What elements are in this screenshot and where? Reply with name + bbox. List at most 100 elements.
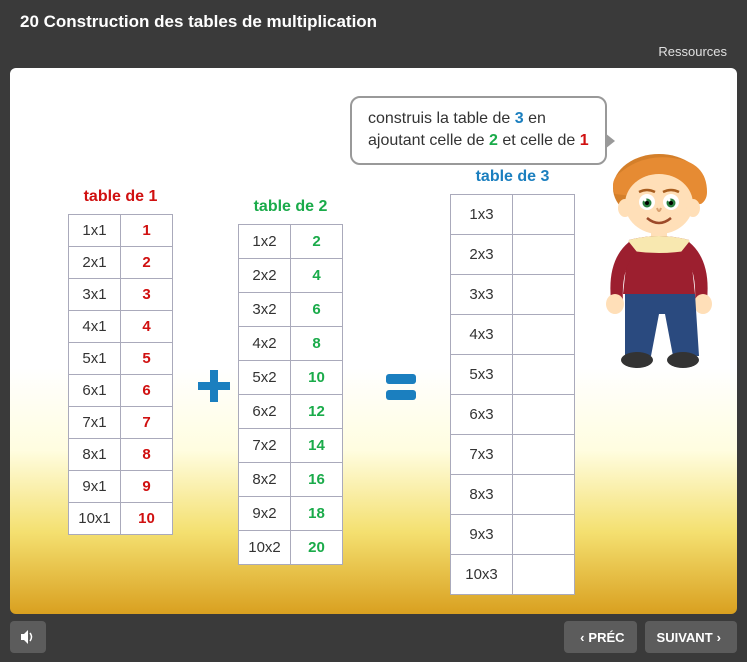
next-button[interactable]: SUIVANT ›	[645, 621, 737, 653]
expr-cell: 3x3	[451, 275, 513, 315]
value-cell[interactable]	[513, 395, 575, 435]
table-row: 8x3	[451, 475, 575, 515]
expr-cell: 2x1	[69, 247, 121, 279]
instr-text: construis la table de	[368, 110, 515, 127]
instr-num-1: 1	[580, 132, 589, 149]
table-row: 3x26	[239, 293, 343, 327]
expr-cell: 4x3	[451, 315, 513, 355]
expr-cell: 6x2	[239, 395, 291, 429]
table-row: 5x15	[69, 343, 173, 375]
table-row: 9x3	[451, 515, 575, 555]
resources-link[interactable]: Ressources	[658, 44, 727, 59]
value-cell: 5	[121, 343, 173, 375]
table-1-grid: 1x112x123x134x145x156x167x178x189x1910x1…	[68, 214, 173, 535]
table-of-3: table de 3 1x32x33x34x35x36x37x38x39x310…	[450, 168, 575, 595]
value-cell: 6	[121, 375, 173, 407]
table-row: 10x220	[239, 531, 343, 565]
expr-cell: 2x3	[451, 235, 513, 275]
table-row: 6x3	[451, 395, 575, 435]
value-cell: 2	[291, 225, 343, 259]
footer: ‹ PRÉC SUIVANT ›	[10, 618, 737, 656]
value-cell: 2	[121, 247, 173, 279]
expr-cell: 2x2	[239, 259, 291, 293]
prev-button[interactable]: ‹ PRÉC	[564, 621, 636, 653]
table-row: 3x13	[69, 279, 173, 311]
value-cell: 10	[291, 361, 343, 395]
table-3-grid[interactable]: 1x32x33x34x35x36x37x38x39x310x3	[450, 194, 575, 595]
table-row: 3x3	[451, 275, 575, 315]
value-cell: 8	[291, 327, 343, 361]
speaker-icon	[19, 628, 37, 646]
value-cell[interactable]	[513, 555, 575, 595]
table-row: 5x210	[239, 361, 343, 395]
expr-cell: 8x2	[239, 463, 291, 497]
table-row: 9x218	[239, 497, 343, 531]
table-row: 7x17	[69, 407, 173, 439]
table-row: 2x24	[239, 259, 343, 293]
value-cell[interactable]	[513, 275, 575, 315]
table-row: 1x3	[451, 195, 575, 235]
lesson-frame: 20 Construction des tables de multiplica…	[0, 0, 747, 662]
chevron-right-icon: ›	[717, 630, 721, 645]
stage: construis la table de 3 en ajoutant cell…	[10, 68, 737, 614]
table-row: 10x3	[451, 555, 575, 595]
expr-cell: 7x1	[69, 407, 121, 439]
chevron-left-icon: ‹	[580, 630, 584, 645]
table-3-caption: table de 3	[450, 168, 575, 186]
table-row: 9x19	[69, 471, 173, 503]
header: 20 Construction des tables de multiplica…	[0, 0, 747, 40]
expr-cell: 5x1	[69, 343, 121, 375]
expr-cell: 4x1	[69, 311, 121, 343]
expr-cell: 5x3	[451, 355, 513, 395]
table-row: 8x216	[239, 463, 343, 497]
value-cell[interactable]	[513, 315, 575, 355]
value-cell: 12	[291, 395, 343, 429]
table-of-2: table de 2 1x222x243x264x285x2106x2127x2…	[238, 198, 343, 565]
instr-text: ajoutant celle de	[368, 132, 489, 149]
expr-cell: 9x2	[239, 497, 291, 531]
expr-cell: 1x3	[451, 195, 513, 235]
value-cell: 8	[121, 439, 173, 471]
expr-cell: 7x3	[451, 435, 513, 475]
instr-text: et celle de	[498, 132, 580, 149]
value-cell[interactable]	[513, 195, 575, 235]
value-cell: 3	[121, 279, 173, 311]
table-row: 4x28	[239, 327, 343, 361]
table-row: 8x18	[69, 439, 173, 471]
value-cell[interactable]	[513, 475, 575, 515]
table-2-grid: 1x222x243x264x285x2106x2127x2148x2169x21…	[238, 224, 343, 565]
value-cell: 20	[291, 531, 343, 565]
expr-cell: 1x1	[69, 215, 121, 247]
value-cell: 9	[121, 471, 173, 503]
expr-cell: 10x2	[239, 531, 291, 565]
value-cell[interactable]	[513, 515, 575, 555]
expr-cell: 10x1	[69, 503, 121, 535]
table-row: 4x3	[451, 315, 575, 355]
value-cell[interactable]	[513, 235, 575, 275]
table-of-1: table de 1 1x112x123x134x145x156x167x178…	[68, 188, 173, 535]
value-cell: 6	[291, 293, 343, 327]
value-cell[interactable]	[513, 435, 575, 475]
audio-button[interactable]	[10, 621, 46, 653]
instr-num-3: 3	[515, 110, 524, 127]
mascot-character	[581, 154, 731, 374]
table-row: 10x110	[69, 503, 173, 535]
expr-cell: 6x1	[69, 375, 121, 407]
table-row: 6x212	[239, 395, 343, 429]
expr-cell: 9x1	[69, 471, 121, 503]
instr-num-2: 2	[489, 132, 498, 149]
table-row: 4x14	[69, 311, 173, 343]
next-label: SUIVANT	[657, 630, 713, 645]
value-cell: 18	[291, 497, 343, 531]
expr-cell: 3x2	[239, 293, 291, 327]
table-row: 2x3	[451, 235, 575, 275]
table-1-caption: table de 1	[68, 188, 173, 206]
expr-cell: 3x1	[69, 279, 121, 311]
value-cell: 14	[291, 429, 343, 463]
table-2-caption: table de 2	[238, 198, 343, 216]
plus-icon	[196, 368, 232, 404]
value-cell[interactable]	[513, 355, 575, 395]
table-row: 7x214	[239, 429, 343, 463]
expr-cell: 6x3	[451, 395, 513, 435]
expr-cell: 7x2	[239, 429, 291, 463]
